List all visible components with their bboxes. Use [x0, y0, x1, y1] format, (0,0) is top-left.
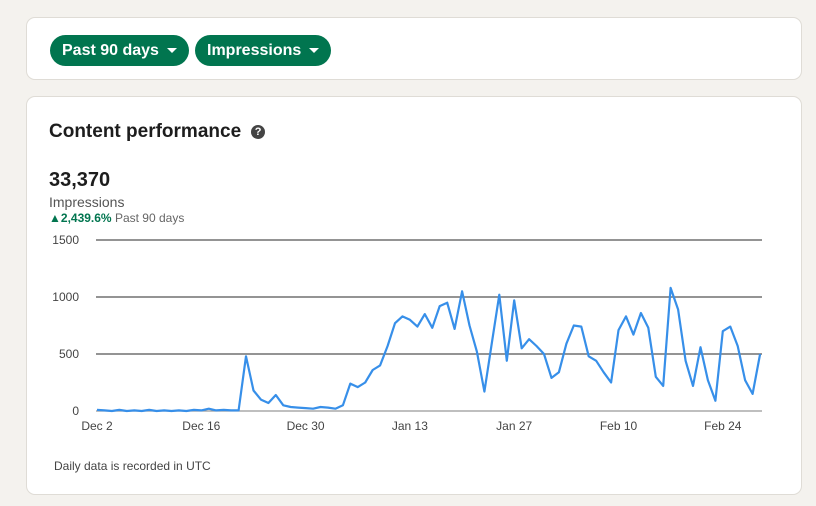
y-tick-label: 1000 [52, 290, 79, 304]
y-tick-label: 1500 [52, 233, 79, 247]
x-tick-label: Feb 24 [704, 419, 742, 433]
x-tick-label: Jan 13 [392, 419, 428, 433]
y-tick-label: 500 [59, 347, 79, 361]
impressions-series-line [96, 286, 762, 413]
y-tick-label: 0 [72, 404, 79, 418]
x-tick-label: Dec 16 [182, 419, 220, 433]
x-tick-label: Jan 27 [496, 419, 532, 433]
x-tick-label: Dec 2 [81, 419, 113, 433]
x-tick-label: Feb 10 [600, 419, 638, 433]
impressions-line-chart: 0 500 1000 1500 Dec 2 Dec 16 Dec 30 Jan 13 Jan 2… [52, 233, 762, 433]
x-tick-label: Dec 30 [287, 419, 325, 433]
